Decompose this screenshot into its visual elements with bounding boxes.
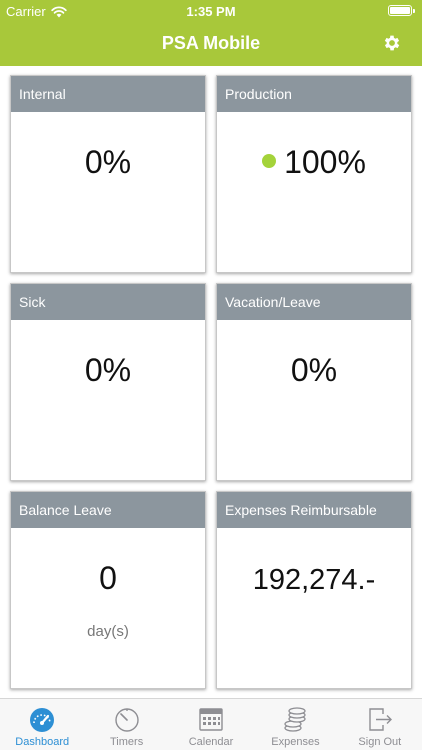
card-value: 100% [284,144,366,180]
tab-dashboard[interactable]: Dashboard [0,699,84,750]
card-value-row: 100% [217,144,411,181]
tab-calendar[interactable]: Calendar [169,699,253,750]
page-title: PSA Mobile [161,33,261,53]
card-title: Sick [11,284,205,320]
card-title: Balance Leave [11,492,205,528]
sign-out-icon [369,708,392,731]
status-time: 1:35 PM [186,4,236,19]
card-production[interactable]: Production 100% [216,75,412,273]
card-value: 0% [84,352,132,388]
timer-icon [114,708,139,732]
tab-label: Dashboard [15,736,70,748]
speedometer-icon [30,708,55,732]
card-value: 0% [290,352,338,388]
tab-label: Expenses [271,736,320,748]
coins-icon [284,707,307,732]
gear-icon[interactable] [382,33,402,53]
dashboard-grid: Internal 0% Production 100% Sick 0% Vaca… [0,66,422,698]
card-title: Vacation/Leave [217,284,411,320]
tab-label: Timers [110,736,144,748]
calendar-icon [199,708,223,731]
card-vacation-leave[interactable]: Vacation/Leave 0% [216,283,412,481]
card-sick[interactable]: Sick 0% [10,283,206,481]
tab-expenses[interactable]: Expenses [253,699,337,750]
card-value: 0 [99,560,117,596]
top-bar: Carrier 1:35 PM PSA Mobile [0,0,422,66]
battery-icon [388,5,415,16]
card-title: Internal [11,76,205,112]
tab-sign-out[interactable]: Sign Out [338,699,422,750]
card-expenses-reimbursable[interactable]: Expenses Reimbursable 192,274.- [216,491,412,689]
status-bar: Carrier 1:35 PM [0,0,422,22]
card-internal[interactable]: Internal 0% [10,75,206,273]
card-title: Production [217,76,411,112]
tab-timers[interactable]: Timers [84,699,168,750]
tab-label: Sign Out [358,736,402,748]
card-unit: day(s) [87,623,129,640]
card-value: 0% [84,144,132,180]
card-value: 192,274.- [252,564,376,596]
card-balance-leave[interactable]: Balance Leave 0 day(s) [10,491,206,689]
tab-bar: Dashboard Timers Calendar Expenses Sign … [0,698,422,750]
tab-label: Calendar [188,736,234,748]
card-title: Expenses Reimbursable [217,492,411,528]
status-dot-icon [262,153,277,168]
